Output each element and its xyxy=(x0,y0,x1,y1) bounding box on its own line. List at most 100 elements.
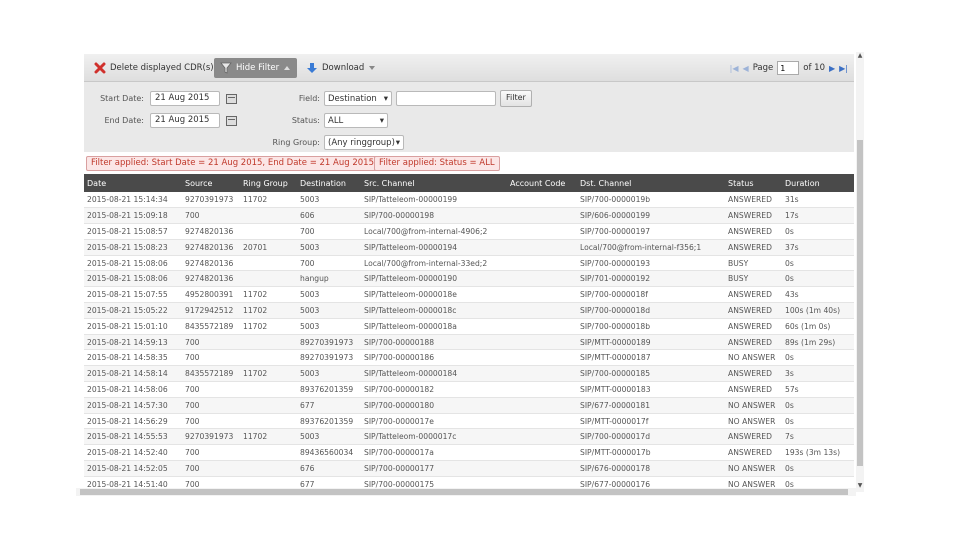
table-cell: SIP/700-00000180 xyxy=(361,397,507,414)
column-header[interactable]: Source xyxy=(182,174,240,192)
scroll-up-icon[interactable]: ▲ xyxy=(856,52,864,59)
download-label: Download xyxy=(322,63,365,73)
next-page-icon[interactable]: ▶ xyxy=(829,64,835,73)
ring-group-select-arrow-icon: ▾ xyxy=(395,137,400,148)
column-header[interactable]: Ring Group xyxy=(240,174,297,192)
table-cell: 89376201359 xyxy=(297,413,361,430)
column-header[interactable]: Dst. Channel xyxy=(577,174,725,192)
table-cell: 606 xyxy=(297,207,361,225)
table-cell: ANSWERED xyxy=(725,239,782,256)
table-cell: 89270391973 xyxy=(297,349,361,367)
table-row[interactable]: 2015-08-21 14:57:30 700 677 SIP/700-0000018… xyxy=(84,397,854,414)
horizontal-scrollbar[interactable] xyxy=(76,488,856,496)
hide-filter-button[interactable]: Hide Filter xyxy=(214,58,298,78)
column-header[interactable]: Duration xyxy=(782,174,854,192)
end-date-calendar-icon[interactable] xyxy=(226,116,237,126)
horizontal-scroll-thumb[interactable] xyxy=(80,489,848,495)
table-cell: 2015-08-21 14:59:13 xyxy=(84,334,182,351)
table-row[interactable]: 2015-08-21 15:05:22 9172942512 11702 5003 SI… xyxy=(84,302,854,319)
table-row[interactable]: 2015-08-21 14:52:05 700 676 SIP/700-0000017… xyxy=(84,460,854,477)
table-row[interactable]: 2015-08-21 15:14:34 9270391973 11702 5003 SI… xyxy=(84,192,854,209)
table-cell xyxy=(507,286,577,304)
table-cell: 11702 xyxy=(240,318,297,335)
table-cell: 89270391973 xyxy=(297,334,361,351)
filter-button[interactable]: Filter xyxy=(500,90,532,107)
table-row[interactable]: 2015-08-21 14:58:06 700 89376201359 SIP/700… xyxy=(84,381,854,398)
table-cell: 9274820136 xyxy=(182,255,240,272)
table-cell: ANSWERED xyxy=(725,207,782,225)
pagination: |◀ ◀ Page of 10 ▶ ▶| xyxy=(730,59,848,77)
table-row[interactable]: 2015-08-21 15:01:10 8435572189 11702 5003 SI… xyxy=(84,318,854,335)
hide-filter-label: Hide Filter xyxy=(236,63,280,73)
table-cell xyxy=(240,460,297,477)
table-cell: 2015-08-21 14:55:53 xyxy=(84,428,182,446)
table-row[interactable]: 2015-08-21 15:08:06 9274820136 700 Local/70… xyxy=(84,255,854,272)
column-header[interactable]: Date xyxy=(84,174,182,192)
table-row[interactable]: 2015-08-21 15:08:57 9274820136 700 Local/70… xyxy=(84,223,854,240)
table-cell: ANSWERED xyxy=(725,381,782,398)
table-row[interactable]: 2015-08-21 15:08:06 9274820136 hangup SIP/T… xyxy=(84,270,854,288)
table-cell xyxy=(507,397,577,414)
table-row[interactable]: 2015-08-21 14:59:13 700 89270391973 SIP/700… xyxy=(84,334,854,351)
page-number-input[interactable] xyxy=(777,61,800,75)
table-cell: 2015-08-21 15:08:06 xyxy=(84,270,182,288)
column-header[interactable]: Status xyxy=(725,174,782,192)
download-button[interactable]: Download xyxy=(300,58,382,78)
vertical-scroll-thumb[interactable] xyxy=(857,140,863,466)
table-row[interactable]: 2015-08-21 14:55:53 9270391973 11702 5003 SI… xyxy=(84,428,854,446)
field-select-value: Destination xyxy=(328,93,377,104)
table-cell: 0s xyxy=(782,397,854,414)
table-row[interactable]: 2015-08-21 14:58:35 700 89270391973 SIP/700… xyxy=(84,349,854,367)
table-cell: 700 xyxy=(182,413,240,430)
table-cell: SIP/700-00000197 xyxy=(577,223,725,240)
download-arrow-icon xyxy=(307,63,317,73)
table-row[interactable]: 2015-08-21 15:09:18 700 606 SIP/700-0000019… xyxy=(84,207,854,225)
table-cell: 89436560034 xyxy=(297,444,361,462)
table-cell: 2015-08-21 15:08:23 xyxy=(84,239,182,256)
column-header[interactable]: Destination xyxy=(297,174,361,192)
start-date-calendar-icon[interactable] xyxy=(226,94,237,104)
table-cell: hangup xyxy=(297,270,361,288)
table-cell: 9172942512 xyxy=(182,302,240,319)
table-row[interactable]: 2015-08-21 14:52:40 700 89436560034 SIP/700… xyxy=(84,444,854,462)
table-cell: 2015-08-21 15:09:18 xyxy=(84,207,182,225)
table-cell: SIP/Tatteleom-0000017c xyxy=(361,428,507,446)
table-cell: ANSWERED xyxy=(725,302,782,319)
end-date-input[interactable]: 21 Aug 2015 xyxy=(150,113,220,128)
table-cell: SIP/606-00000199 xyxy=(577,207,725,225)
column-header[interactable]: Account Code xyxy=(507,174,577,192)
field-select[interactable]: Destination ▾ xyxy=(324,91,392,106)
delete-cdr-button[interactable]: Delete displayed CDR(s) xyxy=(88,58,220,78)
cdr-report-panel: Delete displayed CDR(s) Hide Filter Down… xyxy=(84,52,854,492)
start-date-input[interactable]: 21 Aug 2015 xyxy=(150,91,220,106)
table-cell: SIP/700-00000182 xyxy=(361,381,507,398)
table-row[interactable]: 2015-08-21 14:56:29 700 89376201359 SIP/700… xyxy=(84,413,854,430)
field-label: Field: xyxy=(298,94,320,103)
last-page-icon[interactable]: ▶| xyxy=(839,64,848,73)
delete-x-icon xyxy=(94,62,106,74)
ring-group-select[interactable]: (Any ringgroup) ▾ xyxy=(324,135,404,150)
table-cell: 2015-08-21 14:58:35 xyxy=(84,349,182,367)
first-page-icon[interactable]: |◀ xyxy=(730,64,739,73)
column-header[interactable]: Src. Channel xyxy=(361,174,507,192)
table-cell: 11702 xyxy=(240,192,297,209)
table-cell xyxy=(240,349,297,367)
table-cell: 57s xyxy=(782,381,854,398)
table-cell: SIP/Tatteleom-00000199 xyxy=(361,192,507,209)
table-cell: 700 xyxy=(182,334,240,351)
status-select[interactable]: ALL ▾ xyxy=(324,113,388,128)
table-row[interactable]: 2015-08-21 15:08:23 9274820136 20701 5003 SI… xyxy=(84,239,854,256)
status-filter-badge: Filter applied: Status = ALL xyxy=(374,156,500,171)
table-row[interactable]: 2015-08-21 14:58:14 8435572189 11702 5003 SI… xyxy=(84,365,854,383)
table-cell xyxy=(507,302,577,319)
table-cell: 8435572189 xyxy=(182,365,240,383)
scroll-down-icon[interactable]: ▼ xyxy=(856,482,864,489)
field-value-input[interactable] xyxy=(396,91,496,106)
table-cell: 0s xyxy=(782,413,854,430)
table-cell xyxy=(240,381,297,398)
table-row[interactable]: 2015-08-21 15:07:55 4952800391 11702 5003 SI… xyxy=(84,286,854,304)
table-cell: 4952800391 xyxy=(182,286,240,304)
prev-page-icon[interactable]: ◀ xyxy=(743,64,749,73)
vertical-scrollbar[interactable]: ▲ ▼ xyxy=(856,52,864,492)
delete-cdr-label: Delete displayed CDR(s) xyxy=(110,63,214,73)
